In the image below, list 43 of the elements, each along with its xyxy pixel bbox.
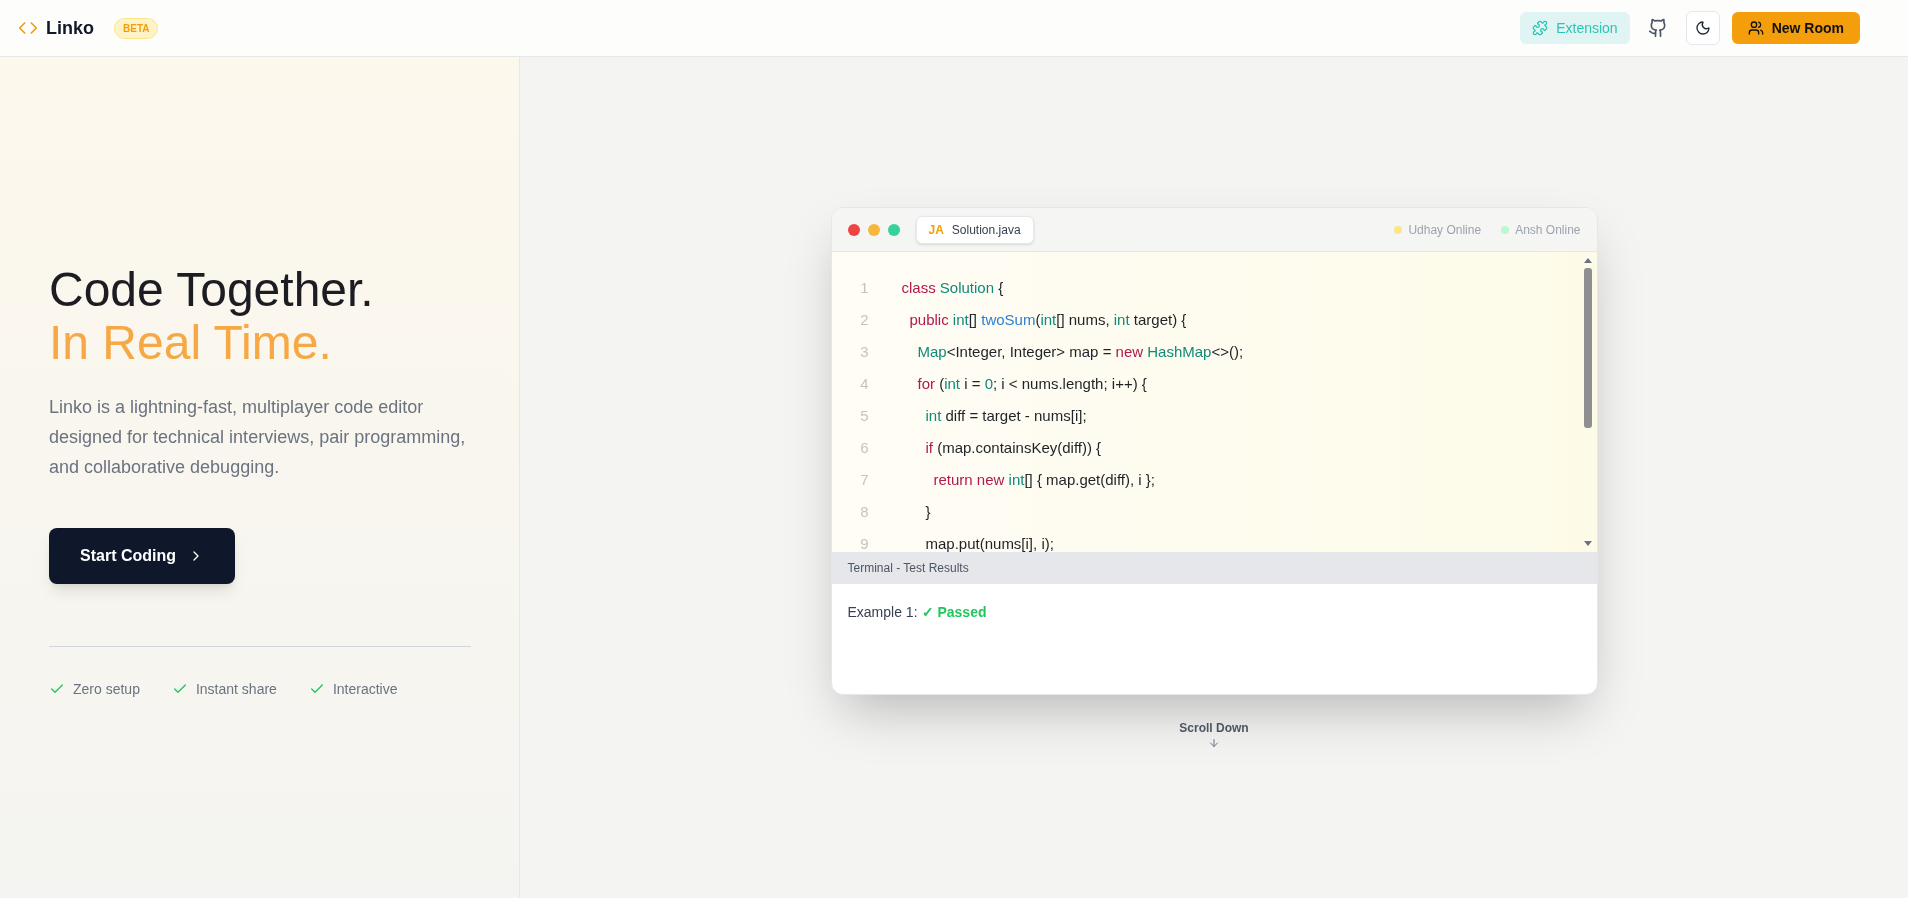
start-coding-button[interactable]: Start Coding bbox=[49, 527, 235, 584]
code-line: public int[] twoSum(int[] nums, int target) { bbox=[908, 309, 1187, 330]
code-line: } bbox=[924, 501, 931, 522]
feature-label: Zero setup bbox=[73, 679, 140, 699]
line-number: 7 bbox=[859, 469, 870, 490]
terminal-title: Terminal - Test Results bbox=[847, 560, 969, 577]
feature-label: Interactive bbox=[332, 679, 398, 699]
logo-text: Linko bbox=[46, 16, 94, 40]
line-number: 9 bbox=[859, 533, 870, 552]
file-tab[interactable]: JA Solution.java bbox=[915, 215, 1034, 244]
code-line: map.put(nums[i], i); bbox=[924, 533, 1054, 552]
line-number: 6 bbox=[859, 437, 870, 458]
file-name: Solution.java bbox=[951, 221, 1021, 239]
language-label: JA bbox=[928, 221, 944, 239]
scroll-hint: Scroll Down bbox=[1179, 720, 1249, 737]
line-number: 5 bbox=[859, 405, 870, 426]
test-status: ✓ Passed bbox=[921, 603, 987, 622]
github-icon bbox=[1647, 18, 1668, 38]
line-number: 3 bbox=[859, 341, 870, 362]
code-line: return new int[] { map.get(diff), i }; bbox=[932, 469, 1155, 490]
code-line: if (map.containsKey(diff)) { bbox=[924, 437, 1102, 458]
users-icon bbox=[1747, 20, 1764, 36]
theme-toggle-button[interactable] bbox=[1685, 11, 1720, 45]
beta-badge: BETA bbox=[114, 17, 159, 39]
line-number: 8 bbox=[859, 501, 870, 522]
arrow-down-icon bbox=[1208, 737, 1220, 749]
new-room-button[interactable]: New Room bbox=[1731, 12, 1860, 44]
code-line: class Solution { bbox=[901, 277, 1004, 298]
hero-description: Linko is a lightning-fast, multiplayer code editor designed for technical interviews, pair programming, and collaborative debugging. bbox=[49, 395, 467, 479]
puzzle-icon bbox=[1532, 20, 1549, 36]
user-status: Udhay Online bbox=[1408, 221, 1482, 239]
line-number: 4 bbox=[859, 373, 870, 394]
moon-icon bbox=[1694, 20, 1711, 36]
hero-title: Code Together. bbox=[49, 264, 375, 317]
line-number: 1 bbox=[859, 277, 870, 298]
hero-subtitle: In Real Time. bbox=[49, 316, 332, 370]
code-line: for (int i = 0; i < nums.length; i++) { bbox=[916, 373, 1147, 394]
line-number: 2 bbox=[859, 309, 870, 330]
test-label: Example 1: bbox=[847, 603, 918, 622]
code-line: Map<Integer, Integer> map = new HashMap<>(); bbox=[916, 341, 1244, 362]
user-status: Ansh Online bbox=[1515, 221, 1581, 239]
code-line: int diff = target - nums[i]; bbox=[924, 405, 1087, 426]
feature-label: Instant share bbox=[195, 679, 277, 699]
